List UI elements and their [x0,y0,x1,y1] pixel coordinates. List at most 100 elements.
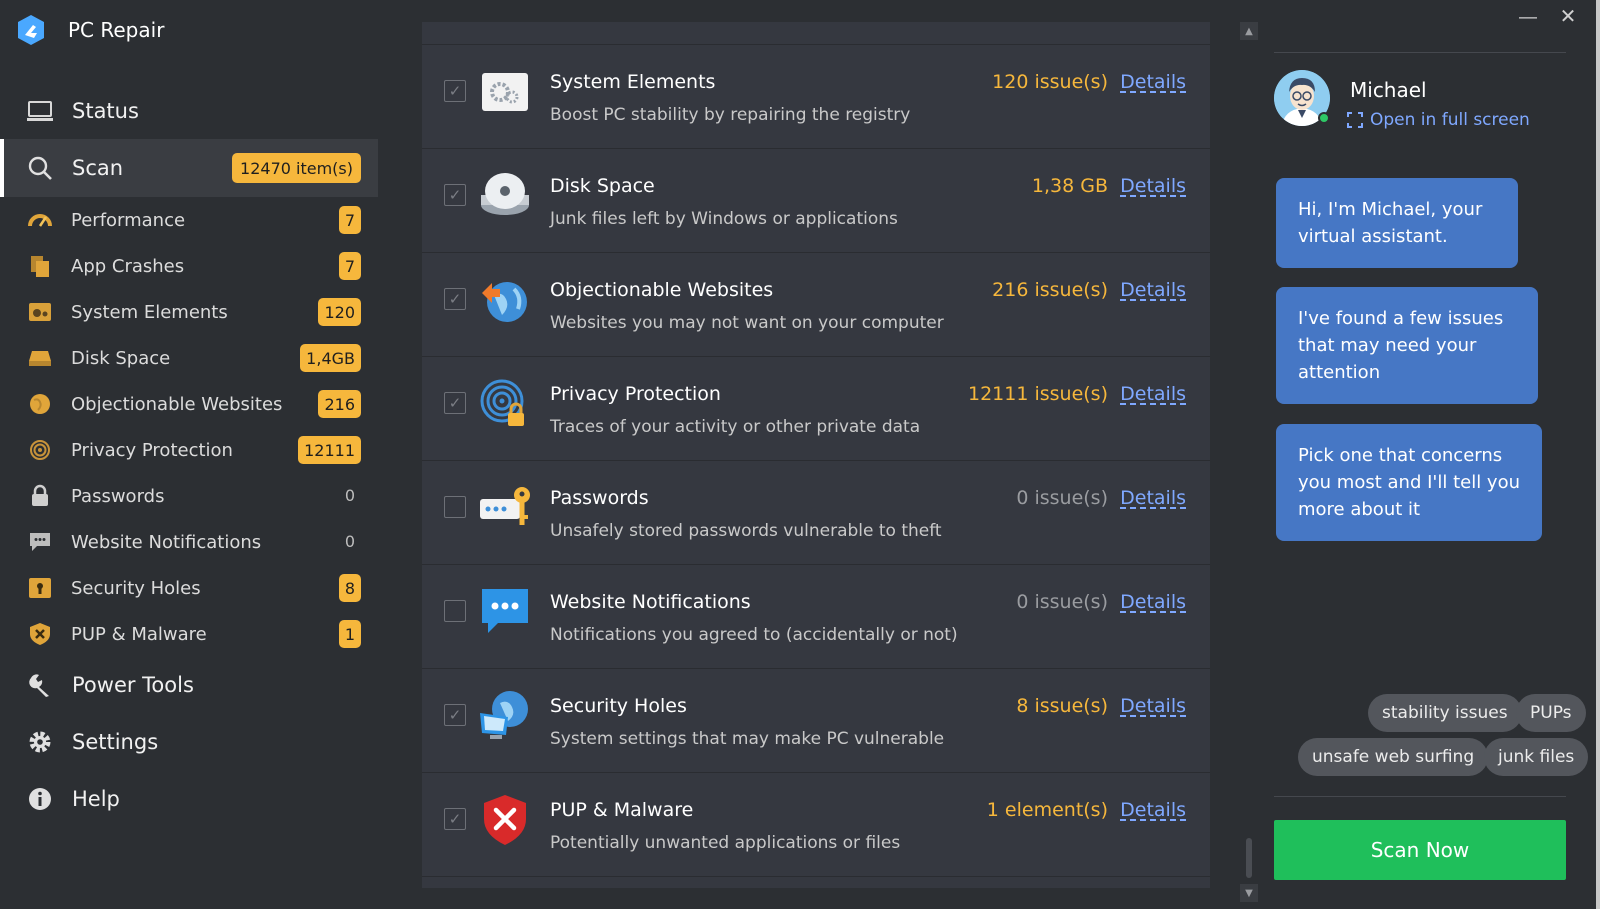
issue-badge: 1,4GB [300,344,361,372]
result-title: Disk Space [550,175,655,197]
sidebar-item-privacy-protection[interactable]: Privacy Protection 12111 [0,427,378,473]
result-title: Privacy Protection [550,383,721,405]
result-row-passwords[interactable]: Passwords Unsafely stored passwords vuln… [422,461,1210,565]
details-link[interactable]: Details [1120,383,1186,405]
result-count: 12111 issue(s) [967,383,1108,405]
wrench-icon [26,671,54,699]
result-row-pup-malware[interactable]: ✓ PUP & Malware Potentially unwanted app… [422,773,1210,877]
result-description: Unsafely stored passwords vulnerable to … [550,521,942,541]
gears-icon [482,73,528,111]
result-row-website-notifications[interactable]: Website Notifications Notifications you … [422,565,1210,669]
result-row-system-elements[interactable]: ✓ System Elements Boost PC stability by … [422,45,1210,149]
scroll-up-button[interactable]: ▲ [1240,22,1258,40]
issue-badge: 7 [338,252,361,280]
result-row-security-holes[interactable]: ✓ Security Holes System settings that ma… [422,669,1210,773]
quick-reply-chip[interactable]: PUPs [1516,694,1586,732]
result-count: 1 element(s) [986,799,1108,821]
sidebar-item-label: App Crashes [71,255,185,277]
sidebar-item-label: Objectionable Websites [71,393,283,415]
nav-status[interactable]: Status [0,82,378,140]
chat-bubble-icon [28,530,52,554]
open-full-screen-link[interactable]: Open in full screen [1346,110,1530,130]
globe-icon [28,392,52,416]
shield-x-icon [28,622,52,646]
result-checkbox[interactable]: ✓ [444,184,466,206]
sidebar-item-performance[interactable]: Performance 7 [0,197,378,243]
sidebar-item-passwords[interactable]: Passwords 0 [0,473,378,519]
sidebar-item-app-crashes[interactable]: App Crashes 7 [0,243,378,289]
result-row-objectionable-websites[interactable]: ✓ Objectionable Websites Websites you ma… [422,253,1210,357]
app-title: PC Repair [68,18,165,42]
quick-reply-chip[interactable]: unsafe web surfing [1298,738,1489,776]
sidebar-item-security-holes[interactable]: Security Holes 8 [0,565,378,611]
result-checkbox[interactable]: ✓ [444,808,466,830]
details-link[interactable]: Details [1120,591,1186,613]
info-icon [26,785,54,813]
fingerprint-icon [28,438,52,462]
disk-drive-icon [28,346,52,370]
scan-now-button[interactable]: Scan Now [1274,820,1566,880]
sidebar-item-objectionable-websites[interactable]: Objectionable Websites 216 [0,381,378,427]
quick-reply-chip[interactable]: junk files [1484,738,1589,776]
details-link[interactable]: Details [1120,71,1186,93]
result-description: Potentially unwanted applications or fil… [550,833,901,853]
scroll-down-button[interactable]: ▼ [1240,884,1258,902]
sidebar-item-website-notifications[interactable]: Website Notifications 0 [0,519,378,565]
result-checkbox[interactable]: ✓ [444,704,466,726]
result-title: Objectionable Websites [550,279,774,301]
nav-power-tools-label: Power Tools [72,673,194,697]
nav-status-label: Status [72,99,139,123]
app-crash-icon [28,254,52,278]
result-checkbox[interactable] [444,600,466,622]
sidebar-item-label: System Elements [71,301,228,323]
result-description: Junk files left by Windows or applicatio… [550,209,898,229]
quick-reply-chip[interactable]: stability issues [1368,694,1522,732]
sidebar-item-label: Privacy Protection [71,439,233,461]
divider [1274,796,1566,797]
details-link[interactable]: Details [1120,799,1186,821]
details-link[interactable]: Details [1120,487,1186,509]
chat-bubble-icon [482,589,528,633]
expand-icon [1347,112,1363,128]
gears-icon [28,300,52,324]
sidebar-item-disk-space[interactable]: Disk Space 1,4GB [0,335,378,381]
result-checkbox[interactable] [444,496,466,518]
nav-scan-label: Scan [72,156,124,180]
result-row-disk-space[interactable]: ✓ Disk Space Junk files left by Windows … [422,149,1210,253]
nav-power-tools[interactable]: Power Tools [0,656,378,714]
nav-scan[interactable]: Scan 12470 item(s) [0,139,378,197]
gauge-icon [28,208,52,232]
nav-help-label: Help [72,787,120,811]
sidebar-item-system-elements[interactable]: System Elements 120 [0,289,378,335]
issue-count: 0 [344,486,355,505]
result-description: Boost PC stability by repairing the regi… [550,105,911,125]
result-row-privacy-protection[interactable]: ✓ Privacy Protection Traces of your acti… [422,357,1210,461]
assistant-name: Michael [1350,78,1427,102]
nav-settings[interactable]: Settings [0,713,378,771]
minimize-button[interactable]: ― [1514,6,1542,28]
sidebar-item-pup-malware[interactable]: PUP & Malware 1 [0,611,378,657]
sidebar-item-label: PUP & Malware [71,623,207,645]
result-count: 0 issue(s) [1016,591,1108,613]
gear-icon [26,728,54,756]
result-title: Security Holes [550,695,687,717]
close-button[interactable]: ✕ [1554,4,1582,28]
scrollbar-thumb[interactable] [1246,838,1252,878]
chat-message: Pick one that concerns you most and I'll… [1276,424,1542,541]
nav-help[interactable]: Help [0,770,378,828]
result-checkbox[interactable]: ✓ [444,392,466,414]
window-edge [1596,0,1600,909]
result-description: Websites you may not want on your comput… [550,313,944,333]
scan-results-list: ✓ System Elements Boost PC stability by … [422,22,1210,888]
result-title: Passwords [550,487,649,509]
issue-badge: 12111 [298,436,361,464]
sidebar-item-label: Performance [71,209,186,231]
result-description: System settings that may make PC vulnera… [550,729,945,749]
details-link[interactable]: Details [1120,695,1186,717]
result-checkbox[interactable]: ✓ [444,80,466,102]
result-checkbox[interactable]: ✓ [444,288,466,310]
details-link[interactable]: Details [1120,279,1186,301]
details-link[interactable]: Details [1120,175,1186,197]
app-logo-icon [18,15,44,45]
shield-x-icon [484,795,526,845]
